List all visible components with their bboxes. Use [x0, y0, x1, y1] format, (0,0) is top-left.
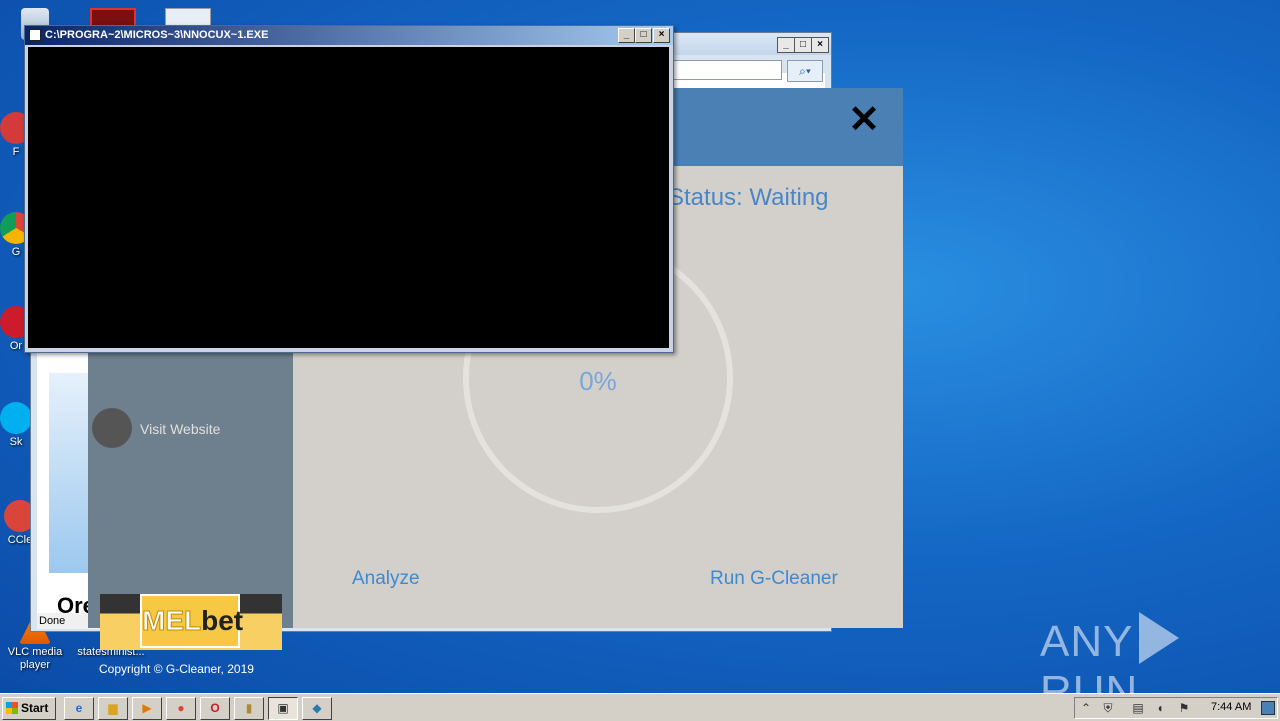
shield-icon[interactable]: ⛨: [1101, 701, 1115, 715]
start-button[interactable]: Start: [2, 697, 56, 720]
console-output[interactable]: [28, 47, 669, 348]
chrome-icon: ●: [177, 701, 185, 715]
melbet-logo: MELbet: [140, 594, 244, 648]
show-hidden-icons-icon[interactable]: ⌃: [1079, 701, 1093, 715]
show-desktop-icon[interactable]: [1261, 701, 1275, 715]
close-icon[interactable]: ✕: [848, 101, 880, 139]
ie-maximize-button[interactable]: □: [794, 37, 812, 53]
windows-logo-icon: [6, 702, 18, 714]
visit-website-link[interactable]: Visit Website: [140, 421, 220, 437]
taskbar-explorer-button[interactable]: ▆: [98, 697, 128, 720]
network-icon[interactable]: ▤: [1131, 701, 1145, 715]
taskbar-chrome-button[interactable]: ●: [166, 697, 196, 720]
security-icon: ◆: [312, 701, 322, 715]
console-maximize-button[interactable]: □: [635, 28, 652, 43]
run-gcleaner-button[interactable]: Run G-Cleaner: [710, 568, 838, 590]
taskbar-opera-button[interactable]: O: [200, 697, 230, 720]
taskbar-ie-button[interactable]: e: [64, 697, 94, 720]
desktop-icon-label: F: [12, 146, 20, 158]
ie-minimize-button[interactable]: _: [777, 37, 795, 53]
desktop-icon-label: Or: [9, 340, 23, 352]
desktop-icon-label: VLC media player: [7, 646, 63, 671]
watermark-left: ANY: [1040, 617, 1134, 666]
status-label: Status: Waiting: [668, 184, 829, 211]
console-window[interactable]: C:\PROGRA~2\MICROS~3\NNOCUX~1.EXE _ □ ×: [24, 25, 674, 353]
desktop-icon-label: Sk: [9, 436, 23, 448]
volume-icon[interactable]: ◖: [1153, 701, 1167, 715]
taskbar-media-button[interactable]: ▶: [132, 697, 162, 720]
clock[interactable]: 7:44 AM: [1211, 701, 1251, 713]
search-icon: ⌕: [799, 64, 806, 78]
copyright-text: Copyright © G-Cleaner, 2019: [99, 662, 254, 676]
taskbar-console-button[interactable]: ▣: [268, 697, 298, 720]
analyze-button[interactable]: Analyze: [352, 568, 420, 590]
taskbar-notes-button[interactable]: ▮: [234, 697, 264, 720]
media-player-icon: ▶: [142, 701, 152, 715]
ad-banner[interactable]: MELbet: [100, 594, 282, 650]
melbet-logo-part1: MEL: [141, 605, 202, 637]
console-titlebar[interactable]: C:\PROGRA~2\MICROS~3\NNOCUX~1.EXE _ □ ×: [25, 26, 673, 45]
ie-search-button[interactable]: ⌕▾: [787, 60, 823, 82]
folder-icon: ▆: [108, 701, 118, 715]
ie-close-button[interactable]: ×: [811, 37, 829, 53]
taskbar-security-button[interactable]: ◆: [302, 697, 332, 720]
console-minimize-button[interactable]: _: [618, 28, 635, 43]
start-label: Start: [21, 701, 49, 715]
desktop-icon-label: CCle: [7, 534, 33, 546]
ie-search-input[interactable]: [672, 60, 782, 80]
ie-icon: e: [75, 701, 83, 715]
notes-icon: ▮: [245, 701, 253, 715]
console-close-button[interactable]: ×: [653, 28, 670, 43]
play-icon: [1139, 612, 1180, 664]
opera-icon: O: [210, 701, 220, 715]
website-icon[interactable]: [92, 408, 132, 448]
system-tray: ⌃ ⛨ ▤ ◖ ⚑ 7:44 AM: [1074, 697, 1278, 719]
console-title: C:\PROGRA~2\MICROS~3\NNOCUX~1.EXE: [45, 29, 269, 41]
flag-icon[interactable]: ⚑: [1177, 701, 1191, 715]
skype-icon: [0, 402, 32, 434]
desktop-icon-label: G: [11, 246, 21, 258]
console-app-icon: [29, 29, 41, 41]
progress-percent: 0%: [579, 366, 617, 396]
melbet-logo-part2: bet: [201, 605, 244, 636]
console-icon: ▣: [277, 701, 289, 715]
taskbar: Start e ▆ ▶ ● O ▮ ▣ ◆ ⌃ ⛨ ▤ ◖ ⚑ 7:44 AM: [0, 693, 1280, 721]
